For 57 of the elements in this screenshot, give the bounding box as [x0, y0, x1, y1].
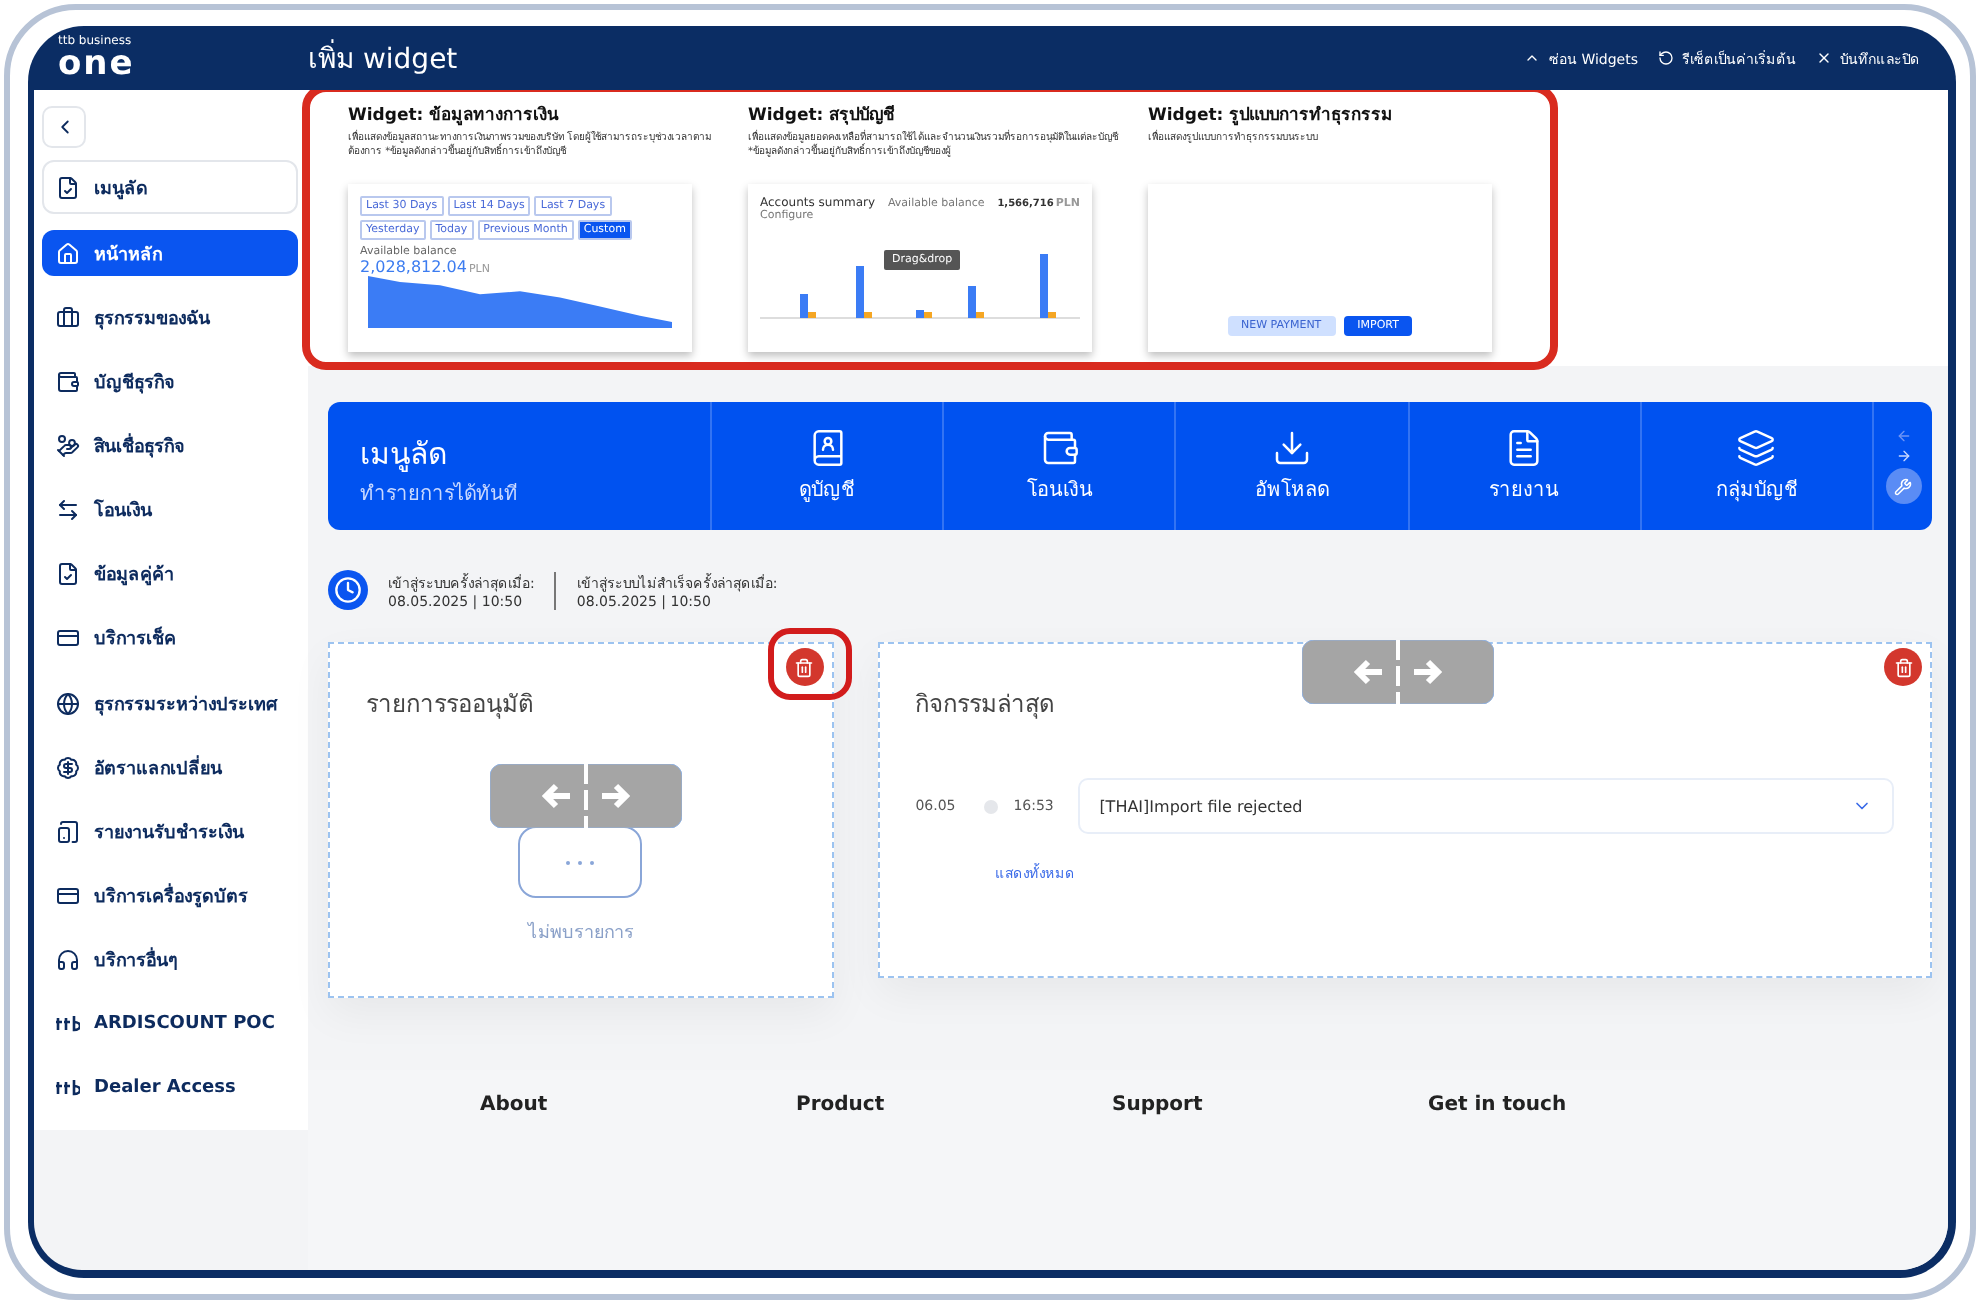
chevron-up-icon	[1524, 50, 1541, 66]
quick-menu-subtitle: ทำรายการได้ทันที	[360, 480, 520, 508]
dollar-badge-icon	[56, 755, 80, 780]
download-icon	[1272, 428, 1312, 468]
document-check-icon	[56, 562, 80, 587]
quick-menu-title: เมนูลัด	[360, 434, 450, 476]
widget-title: Widget: รูปแบบการทำธุรกรรม	[1148, 103, 1396, 128]
drag-handle-icon[interactable]	[1301, 640, 1494, 704]
book-icon	[807, 428, 848, 468]
card-icon	[56, 883, 80, 908]
arrows-icon	[56, 498, 80, 523]
footer-heading: Product	[796, 1094, 887, 1120]
card-icon	[56, 626, 80, 651]
wallet-icon	[1039, 428, 1080, 468]
delete-button[interactable]	[785, 648, 824, 686]
logo-text: one	[58, 47, 137, 81]
quick-menu-item[interactable]: กลุ่มบัญชี	[1639, 402, 1873, 530]
home-icon	[56, 241, 80, 266]
sidebar-item[interactable]: หน้าหลัก	[42, 230, 298, 277]
briefcase-icon	[56, 305, 80, 330]
logo-icon	[56, 1080, 80, 1097]
ellipsis-icon	[564, 859, 597, 865]
quick-menu-item[interactable]: รายงาน	[1407, 402, 1640, 530]
wrench-icon	[1894, 477, 1913, 495]
arrow-right-icon[interactable]	[1895, 448, 1912, 464]
activity-entry[interactable]: [THAI]Import file rejected	[1077, 778, 1894, 834]
empty-text: ไม่พบรายการ	[527, 920, 634, 946]
card-title: รายการรออนุมัติ	[366, 688, 536, 722]
arrow-left-icon[interactable]	[1895, 428, 1912, 444]
footer-heading: About	[480, 1094, 550, 1120]
wallet-icon	[56, 369, 80, 394]
card-title: กิจกรรมล่าสุด	[915, 688, 1058, 722]
quick-menu-item[interactable]: อัพโหลด	[1174, 402, 1408, 530]
logo-icon	[56, 1016, 80, 1033]
hand-coins-icon	[56, 434, 80, 459]
timeline-dot	[983, 799, 998, 813]
drag-handle-icon[interactable]	[490, 764, 682, 828]
widget-title: Widget: ข้อมูลทางการเงิน	[348, 103, 562, 128]
tool-button[interactable]	[1885, 468, 1922, 504]
quick-menu-item[interactable]: ดูบัญชี	[710, 402, 943, 530]
footer-heading: Support	[1112, 1094, 1205, 1120]
page-title: เพิ่ม widget	[308, 36, 1525, 80]
report-icon	[1504, 428, 1545, 468]
sidebar-item[interactable]: เมนูลัด	[42, 160, 298, 215]
headset-icon	[56, 948, 80, 973]
footer-heading: Get in touch	[1428, 1094, 1569, 1120]
widget-title: Widget: สรุปบัญชี	[748, 103, 898, 128]
layers-icon	[1736, 428, 1777, 468]
document-check-icon	[56, 175, 80, 200]
trash-icon	[1893, 657, 1913, 677]
close-icon	[1816, 50, 1832, 66]
trash-icon	[794, 657, 815, 677]
delete-button[interactable]	[1884, 648, 1922, 686]
globe-icon	[56, 691, 80, 716]
reset-icon	[1658, 50, 1674, 66]
quick-menu-item[interactable]: โอนเงิน	[942, 402, 1175, 530]
tablet-icon	[56, 819, 80, 844]
